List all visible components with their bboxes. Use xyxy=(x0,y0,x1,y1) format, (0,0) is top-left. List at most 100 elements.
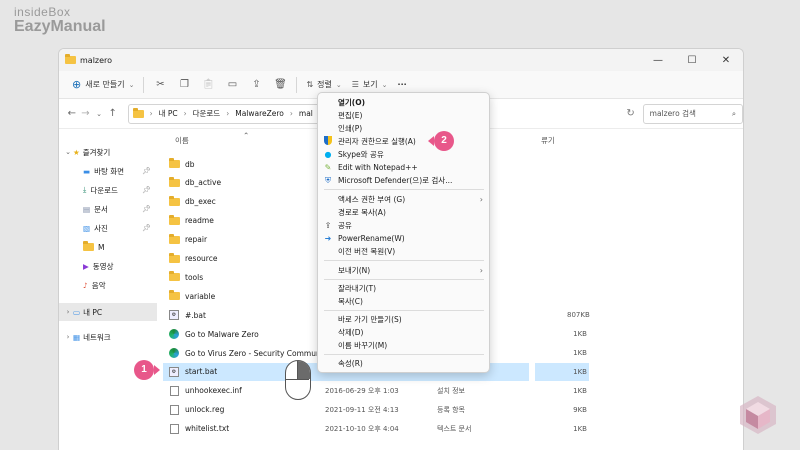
sidebar-item-m[interactable]: M xyxy=(59,238,157,256)
menu-item-grant-access[interactable]: 액세스 권한 부여 (G) › xyxy=(318,193,489,206)
cut-icon[interactable]: ✂ xyxy=(148,79,172,90)
file-name: repair xyxy=(185,235,208,245)
menu-item-defender[interactable]: ⛨ Microsoft Defender(으)로 검사... xyxy=(318,174,489,187)
file-row[interactable]: whitelist.txt 2021-10-10 오후 4:04 텍스트 문서 xyxy=(163,420,529,438)
sidebar-item-pictures[interactable]: ▧ 사진 📌︎ xyxy=(59,219,157,237)
step-badge-2: 2 xyxy=(434,131,454,151)
breadcrumb-downloads[interactable]: 다운로드 xyxy=(193,108,221,119)
file-name: Go to Malware Zero xyxy=(185,329,259,339)
file-name: tools xyxy=(185,272,204,282)
file-size-cell: 807KB xyxy=(535,306,590,324)
menu-item-label: Microsoft Defender(으)로 검사... xyxy=(338,176,453,185)
menu-item-delete[interactable]: 삭제(D) xyxy=(318,326,489,339)
close-button[interactable]: ✕ xyxy=(709,55,743,66)
breadcrumb-this-pc[interactable]: 내 PC xyxy=(159,108,178,119)
menu-item-label: Edit with Notepad++ xyxy=(338,163,418,172)
step-pointer-1 xyxy=(154,365,160,375)
refresh-icon[interactable]: ↻ xyxy=(625,108,637,119)
computer-icon: ▭ xyxy=(73,307,81,317)
sidebar-item-network[interactable]: › ▦ 네트워크 xyxy=(59,328,157,346)
menu-item-label: 바로 가기 만들기(S) xyxy=(338,315,402,324)
pin-icon: 📌︎ xyxy=(142,224,151,232)
menu-item-edit[interactable]: 편집(E) xyxy=(318,109,489,122)
star-icon: ★ xyxy=(73,147,80,157)
menu-item-label: 복사(C) xyxy=(338,297,363,306)
breadcrumb-malwarezero[interactable]: MalwareZero xyxy=(235,109,284,118)
document-icon xyxy=(167,423,181,434)
breadcrumb-separator-icon: › xyxy=(226,109,230,118)
share-icon[interactable]: ⇪ xyxy=(244,79,268,90)
file-size: 9KB xyxy=(573,405,587,414)
menu-item-open[interactable]: 열기(O) xyxy=(318,96,489,109)
sort-button[interactable]: ⇅ 정렬 ⌄ xyxy=(301,76,346,93)
copy-icon[interactable]: ❐ xyxy=(172,79,196,90)
chevron-down-icon: ⌄ xyxy=(65,148,71,156)
menu-item-send-to[interactable]: 보내기(N) › xyxy=(318,264,489,277)
rename-icon[interactable]: ▭ xyxy=(220,79,244,90)
file-date: 2021-09-11 오전 4:13 xyxy=(325,405,399,414)
file-date: 2021-10-10 오후 4:04 xyxy=(325,424,399,433)
menu-item-restore-previous[interactable]: 이전 버전 복원(V) xyxy=(318,245,489,258)
search-input[interactable]: malzero 검색 ⌕ xyxy=(642,103,743,124)
sidebar-item-downloads[interactable]: ⤓ 다운로드 📌︎ xyxy=(59,181,157,199)
sidebar-item-videos[interactable]: ▶ 동영상 xyxy=(59,257,157,275)
folder-icon xyxy=(167,158,181,168)
paste-icon[interactable]: 📋︎ xyxy=(196,79,220,90)
file-name: #.bat xyxy=(185,310,206,320)
maximize-button[interactable]: ☐ xyxy=(675,55,709,66)
download-icon: ⤓ xyxy=(83,185,87,194)
breadcrumb-malzero[interactable]: mal xyxy=(299,109,313,118)
chevron-right-icon: › xyxy=(66,333,70,341)
recent-chevron-icon[interactable]: ⌄ xyxy=(92,110,106,118)
search-placeholder: malzero 검색 xyxy=(649,109,696,118)
menu-item-copy-path[interactable]: 경로로 복사(A) xyxy=(318,206,489,219)
sidebar-item-this-pc[interactable]: › ▭ 내 PC xyxy=(59,303,157,321)
up-arrow-icon[interactable]: ↑ xyxy=(106,108,120,119)
menu-item-label: 편집(E) xyxy=(338,111,363,120)
file-size-cell: 1KB xyxy=(535,420,589,438)
menu-item-notepadpp[interactable]: ✎ Edit with Notepad++ xyxy=(318,161,489,174)
menu-item-rename[interactable]: 이름 바꾸기(M) xyxy=(318,339,489,352)
file-name: variable xyxy=(185,291,216,301)
step-pointer-2 xyxy=(428,136,434,146)
menu-item-power-rename[interactable]: ➜ PowerRename(W) xyxy=(318,232,489,245)
more-button[interactable]: ··· xyxy=(393,77,412,92)
sort-arrow-icon: ⌃ xyxy=(243,131,250,140)
column-header-name[interactable]: 이름 xyxy=(175,135,189,146)
sort-button-label: 정렬 xyxy=(317,80,332,89)
delete-icon[interactable]: 🗑︎ xyxy=(268,79,292,90)
menu-item-run-as-admin[interactable]: 관리자 권한으로 실행(A) xyxy=(318,135,489,148)
batch-file-icon: ⚙ xyxy=(167,310,181,321)
sidebar-item-label: 바탕 화면 xyxy=(94,166,125,176)
view-button[interactable]: ☰ 보기 ⌄ xyxy=(347,76,393,93)
menu-item-label: 삭제(D) xyxy=(338,328,364,337)
skype-icon: ● xyxy=(324,150,332,159)
menu-item-skype-share[interactable]: ● Skype와 공유 xyxy=(318,148,489,161)
sidebar-item-music[interactable]: ♪ 음악 xyxy=(59,276,157,294)
back-arrow-icon[interactable]: ← xyxy=(65,108,79,119)
file-size: 1KB xyxy=(573,349,587,357)
column-header-type[interactable]: 류기 xyxy=(541,135,555,146)
minimize-button[interactable]: — xyxy=(641,55,675,66)
file-row[interactable]: unlock.reg 2021-09-11 오전 4:13 등록 항목 xyxy=(163,401,529,419)
sidebar-item-desktop[interactable]: ▬ 바탕 화면 📌︎ xyxy=(59,162,157,180)
menu-item-label: 열기(O) xyxy=(338,98,366,107)
toolbar-divider xyxy=(296,76,298,93)
file-name: whitelist.txt xyxy=(185,424,230,434)
forward-arrow-icon[interactable]: → xyxy=(79,108,93,119)
sidebar-item-label: 네트워크 xyxy=(83,332,111,342)
folder-icon xyxy=(83,241,94,251)
folder-icon xyxy=(167,271,181,282)
menu-item-print[interactable]: 인쇄(P) xyxy=(318,122,489,135)
menu-item-cut[interactable]: 잘라내기(T) xyxy=(318,282,489,295)
menu-item-properties[interactable]: 속성(R) xyxy=(318,357,489,370)
window-title: malzero xyxy=(80,55,113,65)
sidebar-item-documents[interactable]: ▤ 문서 📌︎ xyxy=(59,200,157,218)
sidebar-item-quick-access[interactable]: ⌄ ★ 즐겨찾기 xyxy=(59,143,157,161)
file-row[interactable]: unhookexec.inf 2016-06-29 오후 1:03 설치 정보 xyxy=(163,382,529,400)
menu-item-copy[interactable]: 복사(C) xyxy=(318,295,489,308)
menu-item-share[interactable]: ⇪ 공유 xyxy=(318,219,489,232)
folder-icon xyxy=(167,290,181,301)
new-button[interactable]: ⊕ 새로 만들기 ⌄ xyxy=(67,75,139,94)
menu-item-create-shortcut[interactable]: 바로 가기 만들기(S) xyxy=(318,313,489,326)
